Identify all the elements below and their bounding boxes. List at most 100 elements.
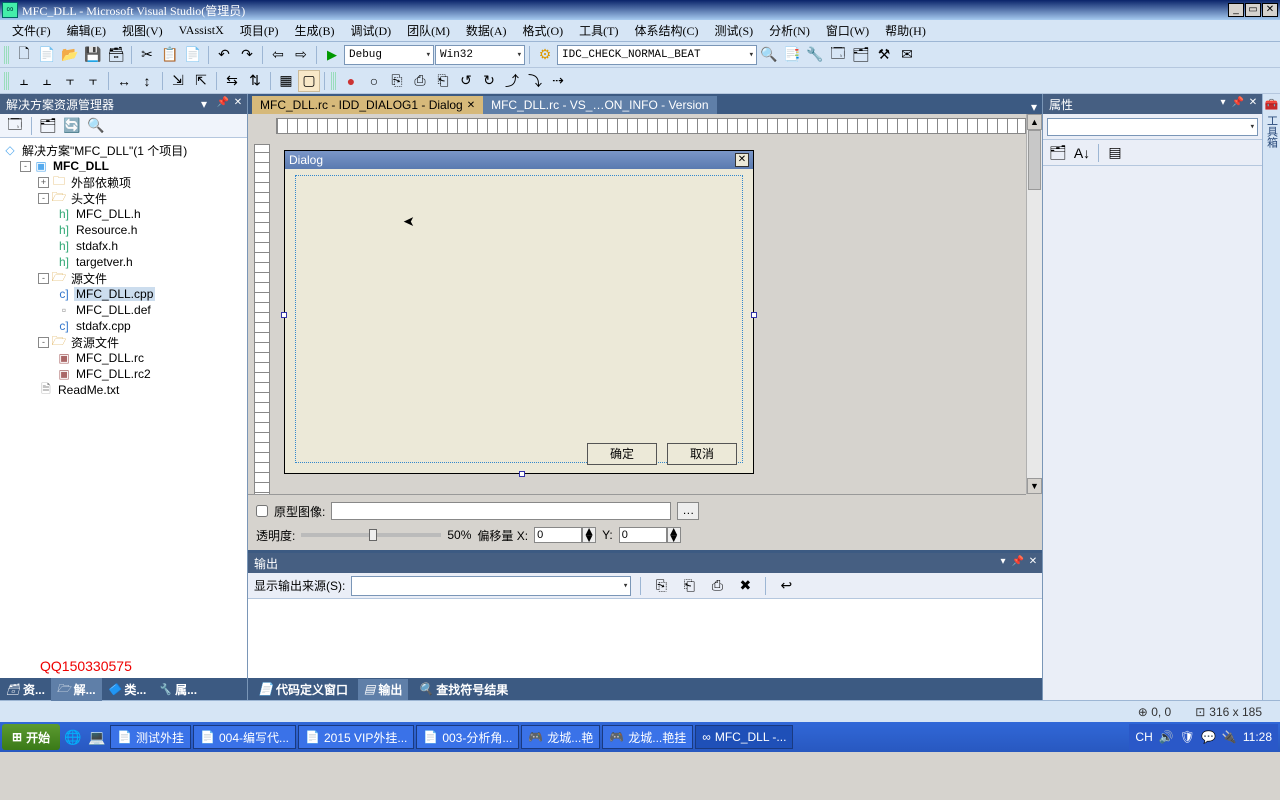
folder-headers[interactable]: 头文件 xyxy=(69,190,109,207)
tb-icon[interactable]: 🔧 xyxy=(804,44,826,66)
alphabetical-icon[interactable]: A↓ xyxy=(1071,142,1093,164)
output-icon[interactable]: ⎙ xyxy=(706,575,728,597)
toolbar-grip[interactable] xyxy=(4,72,10,90)
taskbar-item[interactable]: 🎮龙城...艳挂 xyxy=(602,725,693,749)
folder-resources[interactable]: 资源文件 xyxy=(69,334,121,351)
toolbox-icon[interactable]: 🧰 xyxy=(1265,98,1279,111)
clock[interactable]: 11:28 xyxy=(1243,730,1272,744)
pin-icon[interactable]: 📌 xyxy=(1231,97,1245,111)
browse-button[interactable]: … xyxy=(677,502,699,520)
menu-format[interactable]: 格式(O) xyxy=(515,20,572,41)
find-combo[interactable]: IDC_CHECK_NORMAL_BEAT xyxy=(557,45,757,65)
toolbar-grip[interactable] xyxy=(331,72,337,90)
categorized-icon[interactable]: 🗂 xyxy=(1047,142,1069,164)
nav-fwd-icon[interactable]: ⇨ xyxy=(290,44,312,66)
file-node[interactable]: MFC_DLL.rc xyxy=(74,351,146,365)
expander-icon[interactable]: - xyxy=(38,273,49,284)
show-all-icon[interactable]: 🗂 xyxy=(37,115,59,137)
add-item-icon[interactable]: 📄 xyxy=(36,44,58,66)
tb-icon[interactable]: 📑 xyxy=(781,44,803,66)
resize-handle[interactable] xyxy=(281,312,287,318)
file-node[interactable]: stdafx.cpp xyxy=(74,319,133,333)
va-icon[interactable]: ⎘ xyxy=(386,70,408,92)
taskbar-item[interactable]: 📄003-分析角... xyxy=(416,725,519,749)
nav-back-icon[interactable]: ⇦ xyxy=(267,44,289,66)
open-file-icon[interactable]: 📂 xyxy=(59,44,81,66)
spin-down-icon[interactable]: ▼ xyxy=(668,535,680,542)
view-code-icon[interactable]: 🔍 xyxy=(85,115,107,137)
offset-y-input[interactable] xyxy=(619,527,667,543)
quick-launch-icon[interactable]: 🌐 xyxy=(62,726,84,748)
solution-node[interactable]: 解决方案"MFC_DLL"(1 个项目) xyxy=(20,142,189,159)
tab-solution-explorer[interactable]: 🗁解... xyxy=(51,678,102,701)
properties-object-combo[interactable] xyxy=(1047,118,1258,136)
expander-icon[interactable]: - xyxy=(38,337,49,348)
new-project-icon[interactable]: 🗋 xyxy=(13,44,35,66)
tab-output[interactable]: ▤输出 xyxy=(358,679,408,700)
menu-data[interactable]: 数据(A) xyxy=(458,20,515,41)
tab-code-def[interactable]: 📄代码定义窗口 xyxy=(252,679,354,700)
taskbar-item[interactable]: 📄2015 VIP外挂... xyxy=(298,725,414,749)
quick-launch-icon[interactable]: 💻 xyxy=(86,726,108,748)
va-icon[interactable]: ● xyxy=(340,70,362,92)
scroll-thumb[interactable] xyxy=(1028,130,1041,190)
center-h-icon[interactable]: ↔ xyxy=(113,70,135,92)
output-text[interactable] xyxy=(248,599,1042,678)
tab-property-manager[interactable]: 🔧属... xyxy=(152,679,203,700)
expander-icon[interactable]: - xyxy=(38,193,49,204)
tab-find-symbol[interactable]: 🔍查找符号结果 xyxy=(412,679,514,700)
menu-arch[interactable]: 体系结构(C) xyxy=(627,20,707,41)
taskbar-item[interactable]: 📄004-编写代... xyxy=(193,725,296,749)
minimize-button[interactable]: _ xyxy=(1228,3,1244,17)
menu-tools[interactable]: 工具(T) xyxy=(571,20,626,41)
tab-dialog-editor[interactable]: MFC_DLL.rc - IDD_DIALOG1 - Dialog✕ xyxy=(252,96,483,114)
grid-icon[interactable]: ▦ xyxy=(275,70,297,92)
align-left-icon[interactable]: ⫠ xyxy=(13,70,35,92)
tb-icon[interactable]: ✉ xyxy=(896,44,918,66)
menu-debug[interactable]: 调试(D) xyxy=(342,20,399,41)
menu-view[interactable]: 视图(V) xyxy=(114,20,171,41)
dialog-client-area[interactable] xyxy=(295,175,743,463)
paste-icon[interactable]: 📄 xyxy=(182,44,204,66)
center-v-icon[interactable]: ↕ xyxy=(136,70,158,92)
menu-window[interactable]: 窗口(W) xyxy=(818,20,877,41)
resize-handle[interactable] xyxy=(751,312,757,318)
expander-icon[interactable]: + xyxy=(38,177,49,188)
tb-icon[interactable]: 🗂 xyxy=(850,44,872,66)
toolbar-grip[interactable] xyxy=(4,46,10,64)
save-icon[interactable]: 💾 xyxy=(82,44,104,66)
tab-version-info[interactable]: MFC_DLL.rc - VS_…ON_INFO - Version xyxy=(483,96,716,114)
offset-y-spinner[interactable]: ▲▼ xyxy=(619,527,681,543)
guides-icon[interactable]: ▢ xyxy=(298,70,320,92)
output-icon[interactable]: ⎘ xyxy=(650,575,672,597)
config-combo[interactable]: Debug xyxy=(344,45,434,65)
tray-icon[interactable]: 💬 xyxy=(1201,730,1216,744)
cut-icon[interactable]: ✂ xyxy=(136,44,158,66)
space-v-icon[interactable]: ⇅ xyxy=(244,70,266,92)
file-node[interactable]: targetver.h xyxy=(74,255,135,269)
tray-icon[interactable]: 🛡 xyxy=(1180,730,1195,744)
va-icon[interactable]: ↺ xyxy=(455,70,477,92)
property-pages-icon[interactable]: ▤ xyxy=(1104,142,1126,164)
menu-vassistx[interactable]: VAssistX xyxy=(171,21,232,40)
va-icon[interactable]: ⎙ xyxy=(409,70,431,92)
taskbar-item-active[interactable]: ∞MFC_DLL -... xyxy=(695,725,793,749)
tb-icon[interactable]: ⚒ xyxy=(873,44,895,66)
align-top-icon[interactable]: ⫟ xyxy=(59,70,81,92)
close-button[interactable]: ✕ xyxy=(1262,3,1278,17)
panel-dropdown-icon[interactable]: ▾ xyxy=(1216,97,1230,111)
va-icon[interactable]: ↻ xyxy=(478,70,500,92)
size-icon[interactable]: ⇱ xyxy=(190,70,212,92)
tb-icon[interactable]: 🗔 xyxy=(827,44,849,66)
folder-sources[interactable]: 源文件 xyxy=(69,270,109,287)
offset-x-spinner[interactable]: ▲▼ xyxy=(534,527,596,543)
menu-team[interactable]: 团队(M) xyxy=(399,20,458,41)
start-debug-icon[interactable]: ▶ xyxy=(321,44,343,66)
prototype-checkbox[interactable] xyxy=(256,505,268,517)
lang-indicator[interactable]: CH xyxy=(1135,730,1152,744)
panel-close-icon[interactable]: ✕ xyxy=(1026,556,1040,570)
menu-help[interactable]: 帮助(H) xyxy=(877,20,934,41)
spin-down-icon[interactable]: ▼ xyxy=(583,535,595,542)
platform-combo[interactable]: Win32 xyxy=(435,45,525,65)
tb-icon[interactable]: 🔍 xyxy=(758,44,780,66)
